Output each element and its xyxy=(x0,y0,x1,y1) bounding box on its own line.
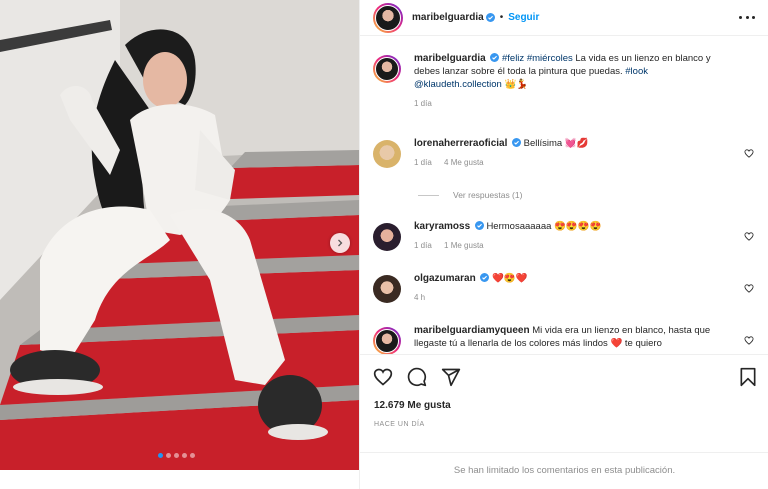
caption-emojis: 👑💃 xyxy=(504,79,529,90)
comment-item: olgazumaran ❤️😍❤️ 4 h xyxy=(373,272,758,304)
hashtag-link[interactable]: #look xyxy=(625,66,648,77)
commenter-username[interactable]: olgazumaran xyxy=(414,273,476,284)
comment-icon[interactable] xyxy=(407,367,427,387)
heart-icon[interactable] xyxy=(744,336,754,345)
commenter-avatar[interactable] xyxy=(373,275,401,303)
comment-time[interactable]: 4 h xyxy=(414,293,425,302)
comment-text: Bellísima 💓💋 xyxy=(523,138,589,149)
comment-time[interactable]: 1 día xyxy=(414,158,432,167)
comment-likes[interactable]: 1 Me gusta xyxy=(444,241,484,250)
commenter-username[interactable]: maribelguardiamyqueen xyxy=(414,325,530,336)
caption-avatar[interactable] xyxy=(373,55,401,83)
chevron-right-icon xyxy=(338,239,343,247)
comment-time[interactable]: 1 día xyxy=(414,241,432,250)
commenter-username[interactable]: karyramoss xyxy=(414,221,470,232)
comment-likes[interactable]: 4 Me gusta xyxy=(444,158,484,167)
commenter-avatar[interactable] xyxy=(373,223,401,251)
post-side-panel: maribelguardia • Seguir maribelguardia #… xyxy=(359,0,768,489)
verified-icon xyxy=(480,273,490,282)
view-replies-label: Ver respuestas (1) xyxy=(453,190,523,200)
post-caption: maribelguardia #feliz #miércoles La vida… xyxy=(373,52,758,110)
caption-meta: 1 día xyxy=(414,97,734,110)
heart-icon[interactable] xyxy=(373,367,393,387)
verified-icon xyxy=(490,53,500,62)
photo-bottom-spacer xyxy=(0,470,359,489)
caption-username[interactable]: maribelguardia xyxy=(414,53,486,64)
heart-icon[interactable] xyxy=(744,149,754,158)
mention-link[interactable]: @klaudeth.collection xyxy=(414,79,502,90)
post-image xyxy=(0,0,359,470)
author-avatar[interactable] xyxy=(373,2,403,33)
caption-time[interactable]: 1 día xyxy=(414,99,432,108)
comment-meta: 1 día 1 Me gusta xyxy=(414,239,734,252)
replies-divider xyxy=(418,194,439,196)
comment-text: ❤️😍❤️ xyxy=(491,273,528,284)
post-timestamp[interactable]: HACE UN DÍA xyxy=(374,421,425,428)
post-actions-bar xyxy=(360,354,768,396)
share-icon[interactable] xyxy=(441,367,461,387)
commenter-avatar[interactable] xyxy=(373,327,401,354)
author-username[interactable]: maribelguardia xyxy=(412,12,484,23)
comment-body: karyramoss Hermosaaaaaa 😍😍😍😍 1 día 1 Me … xyxy=(414,220,734,252)
carousel-dot xyxy=(158,453,163,458)
heart-icon[interactable] xyxy=(744,232,754,241)
more-options-button[interactable] xyxy=(739,10,755,24)
view-replies-button[interactable]: Ver respuestas (1) xyxy=(418,190,522,200)
commenter-avatar[interactable] xyxy=(373,140,401,168)
carousel-dot xyxy=(174,453,179,458)
verified-icon xyxy=(474,221,484,230)
hashtag-link[interactable]: #miércoles xyxy=(527,53,573,64)
comments-limited-notice: Se han limitado los comentarios en esta … xyxy=(360,452,768,489)
post-photo[interactable] xyxy=(0,0,359,470)
comment-meta: 1 día 4 Me gusta xyxy=(414,156,734,169)
follow-button[interactable]: Seguir xyxy=(508,12,539,23)
instagram-post-view: maribelguardia • Seguir maribelguardia #… xyxy=(0,0,768,489)
bookmark-icon[interactable] xyxy=(738,367,758,387)
carousel-dot xyxy=(166,453,171,458)
verified-icon xyxy=(512,138,522,147)
comment-body: olgazumaran ❤️😍❤️ 4 h xyxy=(414,272,734,304)
carousel-dot xyxy=(182,453,187,458)
carousel-indicator xyxy=(158,453,195,458)
comment-item: lorenaherreraoficial Bellísima 💓💋 1 día … xyxy=(373,137,758,169)
comment-body: maribelguardiamyqueen Mi vida era un lie… xyxy=(414,324,734,354)
header-separator: • xyxy=(499,12,504,23)
carousel-dot xyxy=(190,453,195,458)
caption-body: maribelguardia #feliz #miércoles La vida… xyxy=(414,52,734,110)
more-icon xyxy=(739,15,742,19)
comment-item: maribelguardiamyqueen Mi vida era un lie… xyxy=(373,324,758,354)
comment-meta: 4 h xyxy=(414,291,734,304)
comment-text: Hermosaaaaaa 😍😍😍😍 xyxy=(486,221,602,232)
comment-body: lorenaherreraoficial Bellísima 💓💋 1 día … xyxy=(414,137,734,169)
post-header: maribelguardia • Seguir xyxy=(360,0,768,36)
carousel-next-button[interactable] xyxy=(330,233,350,253)
hashtag-link[interactable]: #feliz xyxy=(502,53,524,64)
heart-icon[interactable] xyxy=(744,284,754,293)
commenter-username[interactable]: lorenaherreraoficial xyxy=(414,138,507,149)
verified-icon xyxy=(485,13,495,22)
comments-list: maribelguardia #feliz #miércoles La vida… xyxy=(360,37,768,354)
likes-count[interactable]: 12.679 Me gusta xyxy=(374,400,451,411)
comment-item: karyramoss Hermosaaaaaa 😍😍😍😍 1 día 1 Me … xyxy=(373,220,758,252)
